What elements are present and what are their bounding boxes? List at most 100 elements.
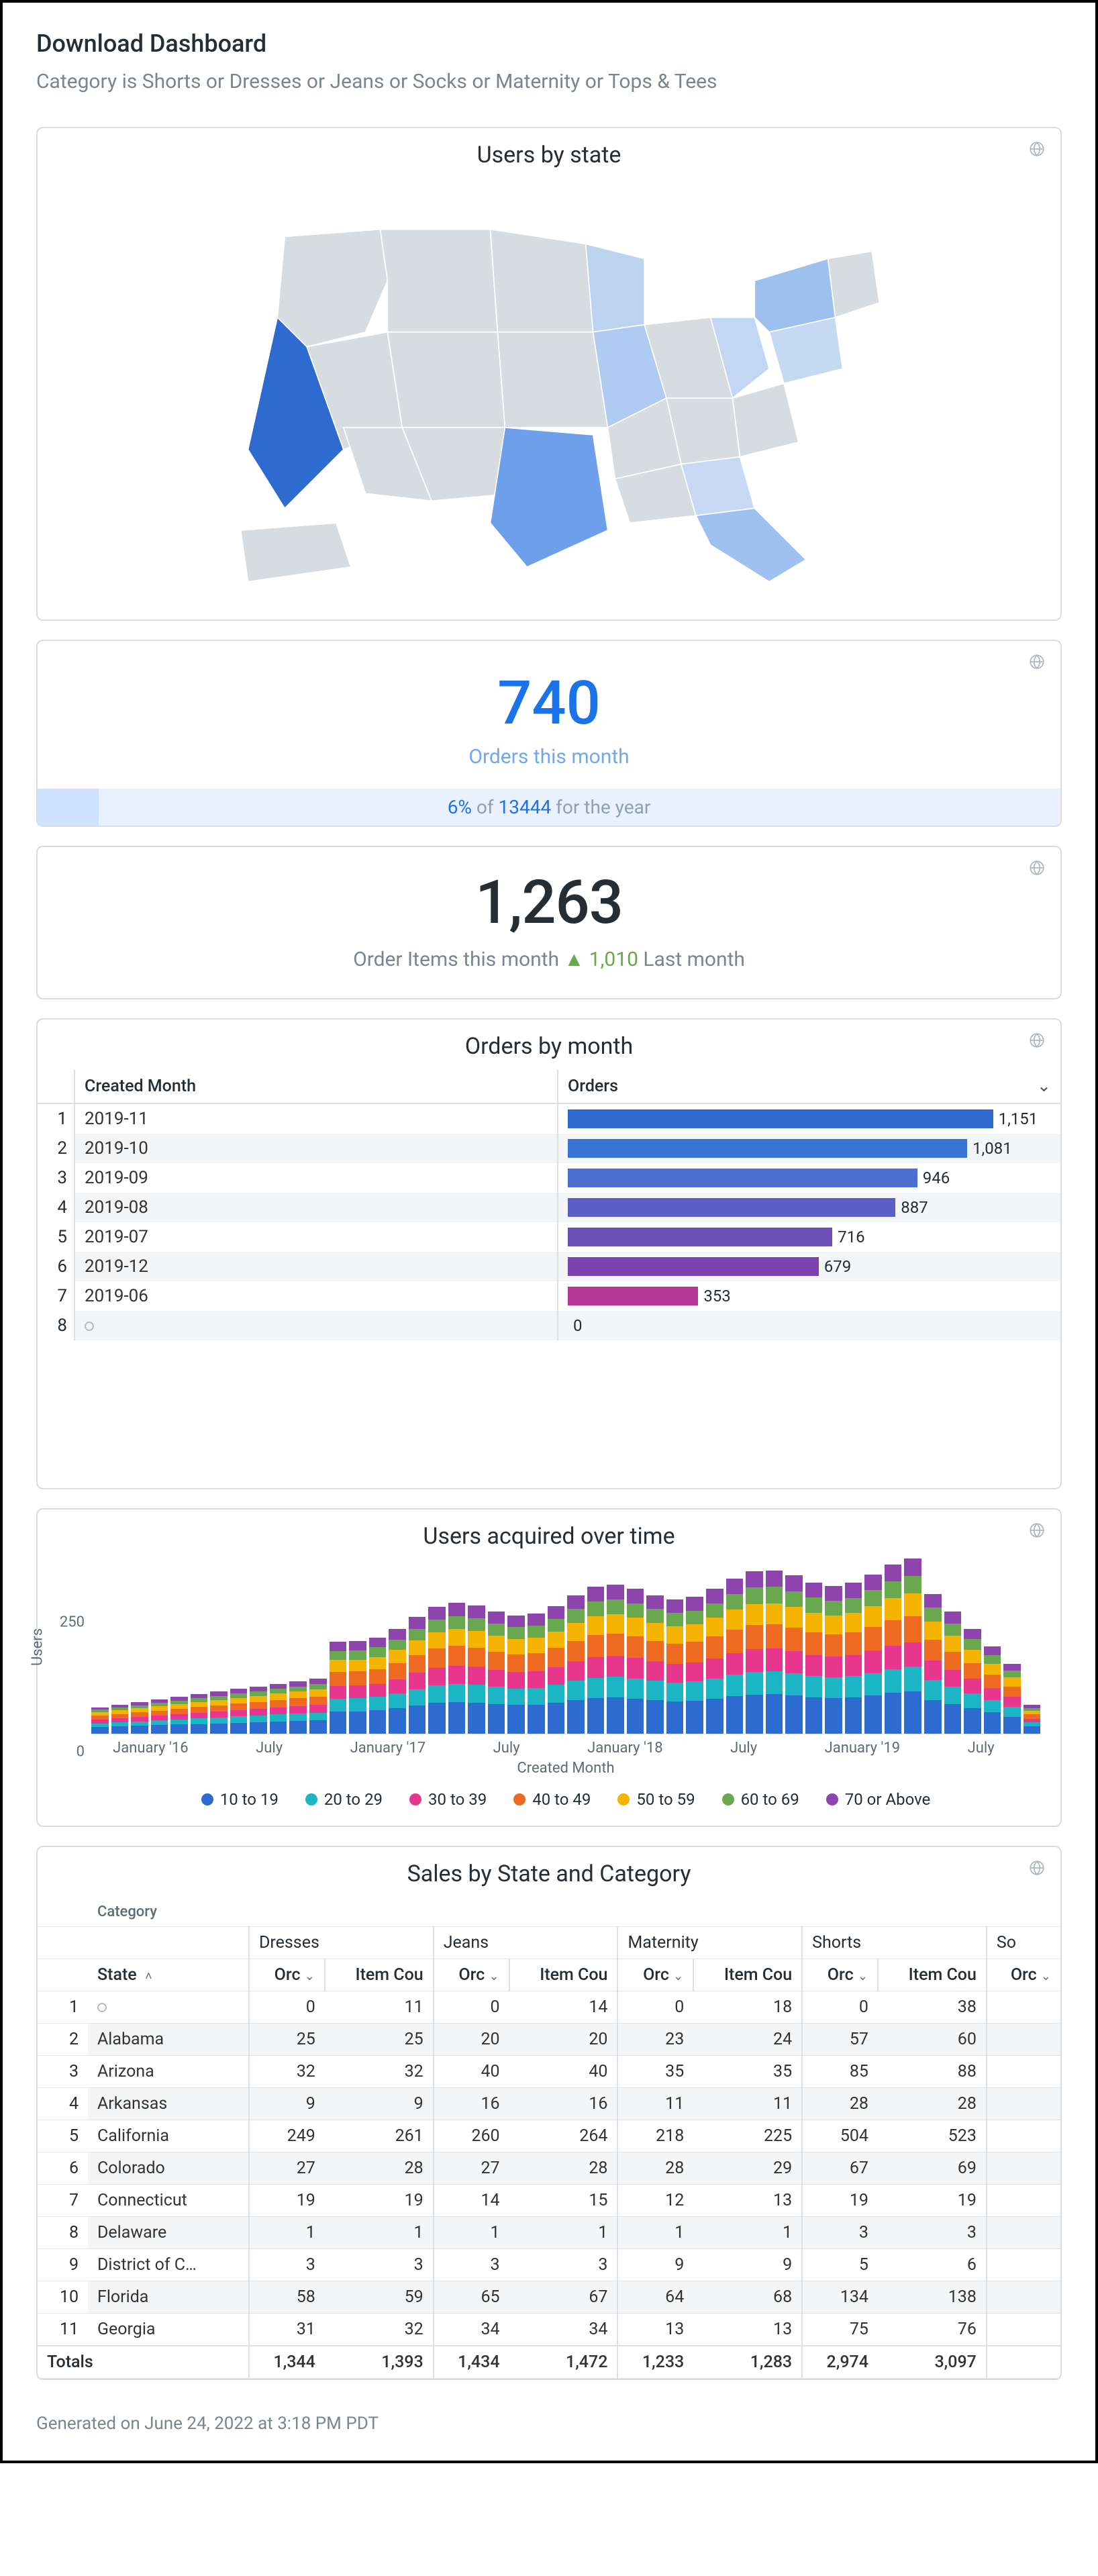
table-row[interactable]: 62019-12679: [38, 1252, 1060, 1281]
table-row[interactable]: 8Delaware11111133: [38, 2216, 1060, 2248]
stacked-bar[interactable]: [428, 1607, 446, 1733]
globe-icon[interactable]: [1028, 1522, 1046, 1542]
chevron-down-icon[interactable]: ⌄: [673, 1969, 683, 1983]
stacked-bar[interactable]: [289, 1681, 307, 1734]
col-header[interactable]: Item Cou: [509, 1959, 618, 1991]
stacked-bar[interactable]: [409, 1617, 426, 1733]
stacked-bar[interactable]: [885, 1565, 902, 1733]
table-row[interactable]: 10Florida585965676468134138: [38, 2281, 1060, 2313]
table-row[interactable]: 11Georgia3132343413137576: [38, 2313, 1060, 2346]
col-group[interactable]: Maternity: [617, 1926, 802, 1959]
stacked-bar[interactable]: [349, 1641, 366, 1733]
table-row[interactable]: 32019-09946: [38, 1163, 1060, 1193]
stacked-bar[interactable]: [627, 1589, 644, 1734]
stacked-bar[interactable]: [904, 1558, 921, 1734]
col-header[interactable]: Orc ⌄: [987, 1959, 1060, 1991]
stacked-bar[interactable]: [805, 1583, 823, 1734]
stacked-bar[interactable]: [330, 1642, 347, 1733]
legend-item[interactable]: 60 to 69: [722, 1790, 799, 1809]
table-row[interactable]: 3Arizona3232404035358588: [38, 2055, 1060, 2087]
col-orders[interactable]: Orders⌄: [558, 1070, 1060, 1103]
bar[interactable]: [568, 1198, 895, 1217]
chevron-down-icon[interactable]: ⌄: [1037, 1076, 1051, 1096]
col-header[interactable]: Orc ⌄: [802, 1959, 878, 1991]
stacked-bar[interactable]: [507, 1616, 525, 1734]
stacked-bar[interactable]: [706, 1589, 723, 1733]
bar[interactable]: [568, 1228, 832, 1246]
stacked-bar[interactable]: [924, 1594, 942, 1734]
stacked-bar[interactable]: [250, 1687, 267, 1734]
stacked-bar[interactable]: [864, 1575, 882, 1734]
col-header[interactable]: Item Cou: [325, 1959, 434, 1991]
chevron-down-icon[interactable]: ⌄: [1041, 1969, 1051, 1983]
bar[interactable]: [568, 1257, 819, 1276]
stacked-bar[interactable]: [468, 1605, 485, 1734]
stacked-bar[interactable]: [726, 1579, 744, 1733]
stacked-bar[interactable]: [309, 1679, 327, 1734]
col-group[interactable]: So: [987, 1926, 1060, 1959]
stacked-bar[interactable]: [210, 1691, 228, 1733]
stacked-bar-chart[interactable]: [91, 1560, 1040, 1734]
stacked-bar[interactable]: [607, 1585, 624, 1733]
us-map[interactable]: [38, 179, 1060, 620]
stacked-bar[interactable]: [587, 1587, 605, 1733]
stacked-bar[interactable]: [488, 1612, 505, 1734]
stacked-bar[interactable]: [369, 1638, 387, 1733]
stacked-bar[interactable]: [666, 1599, 684, 1734]
table-row[interactable]: 52019-07716: [38, 1222, 1060, 1252]
globe-icon[interactable]: [1028, 859, 1046, 879]
col-state[interactable]: State ˄: [88, 1959, 249, 1991]
table-row[interactable]: 1011014018038: [38, 1991, 1060, 2023]
stacked-bar[interactable]: [230, 1689, 248, 1733]
stacked-bar[interactable]: [111, 1705, 129, 1734]
bar[interactable]: [568, 1139, 967, 1158]
stacked-bar[interactable]: [270, 1684, 287, 1734]
table-row[interactable]: 2Alabama2525202023245760: [38, 2023, 1060, 2055]
legend-item[interactable]: 70 or Above: [826, 1790, 931, 1809]
stacked-bar[interactable]: [746, 1571, 763, 1733]
stacked-bar[interactable]: [1024, 1705, 1041, 1733]
bar[interactable]: [568, 1169, 917, 1187]
col-group[interactable]: Jeans: [434, 1926, 618, 1959]
stacked-bar[interactable]: [646, 1595, 664, 1734]
bar[interactable]: [568, 1287, 698, 1305]
stacked-bar[interactable]: [686, 1597, 703, 1733]
stacked-bar[interactable]: [944, 1612, 962, 1734]
col-header[interactable]: Orc ⌄: [434, 1959, 509, 1991]
globe-icon[interactable]: [1028, 140, 1046, 160]
globe-icon[interactable]: [1028, 653, 1046, 673]
table-row[interactable]: 4Arkansas99161611112828: [38, 2087, 1060, 2120]
col-header[interactable]: Item Cou: [693, 1959, 802, 1991]
stacked-bar[interactable]: [766, 1571, 783, 1734]
table-row[interactable]: 5California249261260264218225504523: [38, 2120, 1060, 2152]
legend-item[interactable]: 30 to 39: [409, 1790, 487, 1809]
legend-item[interactable]: 20 to 29: [305, 1790, 383, 1809]
table-row[interactable]: 42019-08887: [38, 1193, 1060, 1222]
stacked-bar[interactable]: [964, 1629, 981, 1734]
col-header[interactable]: Orc ⌄: [249, 1959, 325, 1991]
stacked-bar[interactable]: [785, 1575, 803, 1733]
sort-asc-icon[interactable]: ˄: [145, 1969, 152, 1983]
stacked-bar[interactable]: [825, 1586, 842, 1734]
stacked-bar[interactable]: [91, 1707, 109, 1734]
legend-item[interactable]: 10 to 19: [201, 1790, 279, 1809]
stacked-bar[interactable]: [845, 1583, 862, 1733]
stacked-bar[interactable]: [548, 1606, 565, 1734]
stacked-bar[interactable]: [1003, 1664, 1021, 1734]
globe-icon[interactable]: [1028, 1859, 1046, 1879]
col-header[interactable]: Orc ⌄: [617, 1959, 693, 1991]
col-group[interactable]: Dresses: [249, 1926, 434, 1959]
bar[interactable]: [568, 1109, 993, 1128]
table-row[interactable]: 6Colorado2728272828296769: [38, 2152, 1060, 2184]
table-row[interactable]: 9District of C…33339956: [38, 2248, 1060, 2281]
table-row[interactable]: 12019-111,151: [38, 1103, 1060, 1134]
table-row[interactable]: 72019-06353: [38, 1281, 1060, 1311]
col-header[interactable]: Item Cou: [878, 1959, 987, 1991]
legend-item[interactable]: 50 to 59: [617, 1790, 695, 1809]
col-created-month[interactable]: Created Month: [74, 1070, 558, 1103]
stacked-bar[interactable]: [151, 1699, 168, 1734]
stacked-bar[interactable]: [528, 1614, 545, 1733]
stacked-bar[interactable]: [984, 1646, 1001, 1734]
stacked-bar[interactable]: [389, 1629, 406, 1734]
stacked-bar[interactable]: [170, 1697, 188, 1733]
